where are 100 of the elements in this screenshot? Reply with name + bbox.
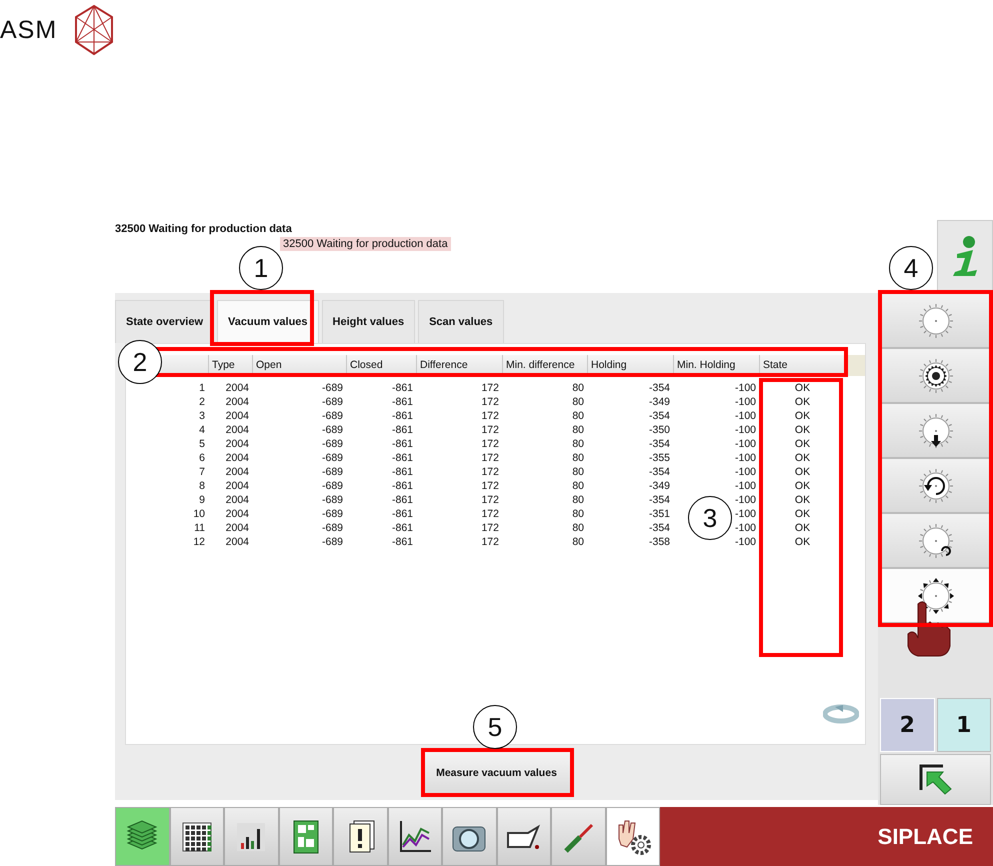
brand-name: SIPLACE xyxy=(878,824,973,850)
column-header: Type xyxy=(208,355,252,376)
table-cell: -354 xyxy=(648,409,670,423)
table-cell: OK xyxy=(794,535,810,549)
table-cell: 172 xyxy=(481,423,499,437)
table-cell: 2004 xyxy=(226,423,249,437)
table-cell: -689 xyxy=(322,409,343,423)
taskbar-button[interactable] xyxy=(170,807,224,866)
taskbar-button[interactable] xyxy=(442,807,496,866)
taskbar-button[interactable] xyxy=(224,807,278,866)
table-cell: 2004 xyxy=(226,437,249,451)
table-cell: 172 xyxy=(481,521,499,535)
table-cell: -861 xyxy=(392,395,413,409)
table-cell: -100 xyxy=(734,479,756,493)
table-cell: -351 xyxy=(648,507,670,521)
table-cell: 80 xyxy=(572,395,584,409)
table-cell: -100 xyxy=(734,437,756,451)
table-cell: 172 xyxy=(481,381,499,395)
status-tooltip: 32500 Waiting for production data xyxy=(280,237,451,251)
table-cell: -689 xyxy=(322,493,343,507)
table-cell: -861 xyxy=(392,521,413,535)
exit-button[interactable] xyxy=(880,754,991,805)
table-cell: -100 xyxy=(734,535,756,549)
table-cell: -354 xyxy=(648,493,670,507)
table-cell: OK xyxy=(794,493,810,507)
table-cell: 6 xyxy=(199,451,205,465)
table-cell: -100 xyxy=(734,465,756,479)
table-cell: -689 xyxy=(322,465,343,479)
layer-button[interactable]: 2 xyxy=(880,698,934,752)
table-cell: 10 xyxy=(193,507,205,521)
table-cell: 172 xyxy=(481,535,499,549)
table-cell: -354 xyxy=(648,381,670,395)
table-cell: 1 xyxy=(199,381,205,395)
measure-button[interactable]: Measure vacuum values xyxy=(422,751,571,794)
dial-icon xyxy=(916,576,956,616)
table-cell: -689 xyxy=(322,381,343,395)
table-cell: 5 xyxy=(199,437,205,451)
column-header: Min. difference xyxy=(502,355,587,376)
table-cell: -689 xyxy=(322,521,343,535)
tab[interactable]: Vacuum values xyxy=(217,300,319,343)
table-cell: 2004 xyxy=(226,409,249,423)
table-cell: -100 xyxy=(734,493,756,507)
table-cell: -861 xyxy=(392,423,413,437)
table-cell: 2004 xyxy=(226,521,249,535)
table-cell: -689 xyxy=(322,423,343,437)
tab[interactable]: Scan values xyxy=(418,300,504,343)
table-cell: 172 xyxy=(481,493,499,507)
table-cell: -349 xyxy=(648,395,670,409)
table-cell: OK xyxy=(794,423,810,437)
table-cell: -861 xyxy=(392,381,413,395)
layer-button[interactable]: 1 xyxy=(936,698,991,752)
table-cell: OK xyxy=(794,409,810,423)
table-cell: -100 xyxy=(734,409,756,423)
table-cell: 2004 xyxy=(226,479,249,493)
taskbar-button[interactable] xyxy=(388,807,442,866)
table-cell: -350 xyxy=(648,423,670,437)
table-cell: -861 xyxy=(392,493,413,507)
table-cell: 12 xyxy=(193,535,205,549)
table-cell: -355 xyxy=(648,451,670,465)
table-cell: 80 xyxy=(572,437,584,451)
table-cell: 80 xyxy=(572,521,584,535)
table-cell: OK xyxy=(794,521,810,535)
table-cell: -689 xyxy=(322,395,343,409)
table-cell: 172 xyxy=(481,507,499,521)
table-cell: -349 xyxy=(648,479,670,493)
table-cell: OK xyxy=(794,479,810,493)
taskbar-button[interactable] xyxy=(278,807,333,866)
column-header: Holding xyxy=(587,355,673,376)
taskbar-button[interactable] xyxy=(496,807,551,866)
table-cell: 80 xyxy=(572,423,584,437)
column-header: Difference xyxy=(416,355,502,376)
table-cell: -100 xyxy=(734,521,756,535)
taskbar-button[interactable] xyxy=(333,807,388,866)
table-cell: -354 xyxy=(648,437,670,451)
info-button[interactable] xyxy=(937,220,993,292)
table-cell: -100 xyxy=(734,423,756,437)
table-cell: -861 xyxy=(392,409,413,423)
table-cell: 11 xyxy=(194,521,205,535)
table-cell: OK xyxy=(794,507,810,521)
table-cell: -354 xyxy=(648,465,670,479)
table-cell: -689 xyxy=(322,507,343,521)
table-cell: -861 xyxy=(392,437,413,451)
table-cell: 172 xyxy=(481,409,499,423)
table-cell: OK xyxy=(794,437,810,451)
table-cell: 4 xyxy=(199,423,205,437)
table-cell: -358 xyxy=(648,535,670,549)
table-cell: -100 xyxy=(734,395,756,409)
table-cell: 172 xyxy=(481,479,499,493)
callout-number: 1 xyxy=(239,246,283,290)
dial-button[interactable] xyxy=(880,348,991,403)
taskbar-button[interactable] xyxy=(606,807,660,866)
table-cell: OK xyxy=(794,381,810,395)
table-cell: -861 xyxy=(392,507,413,521)
tab[interactable]: Height values xyxy=(322,300,416,343)
table-cell: -689 xyxy=(322,535,343,549)
column-header: Open xyxy=(252,355,346,376)
column-header: State xyxy=(759,355,846,376)
refresh-icon[interactable] xyxy=(823,704,859,724)
table-cell: 2004 xyxy=(226,451,249,465)
dial-button[interactable] xyxy=(880,568,991,623)
